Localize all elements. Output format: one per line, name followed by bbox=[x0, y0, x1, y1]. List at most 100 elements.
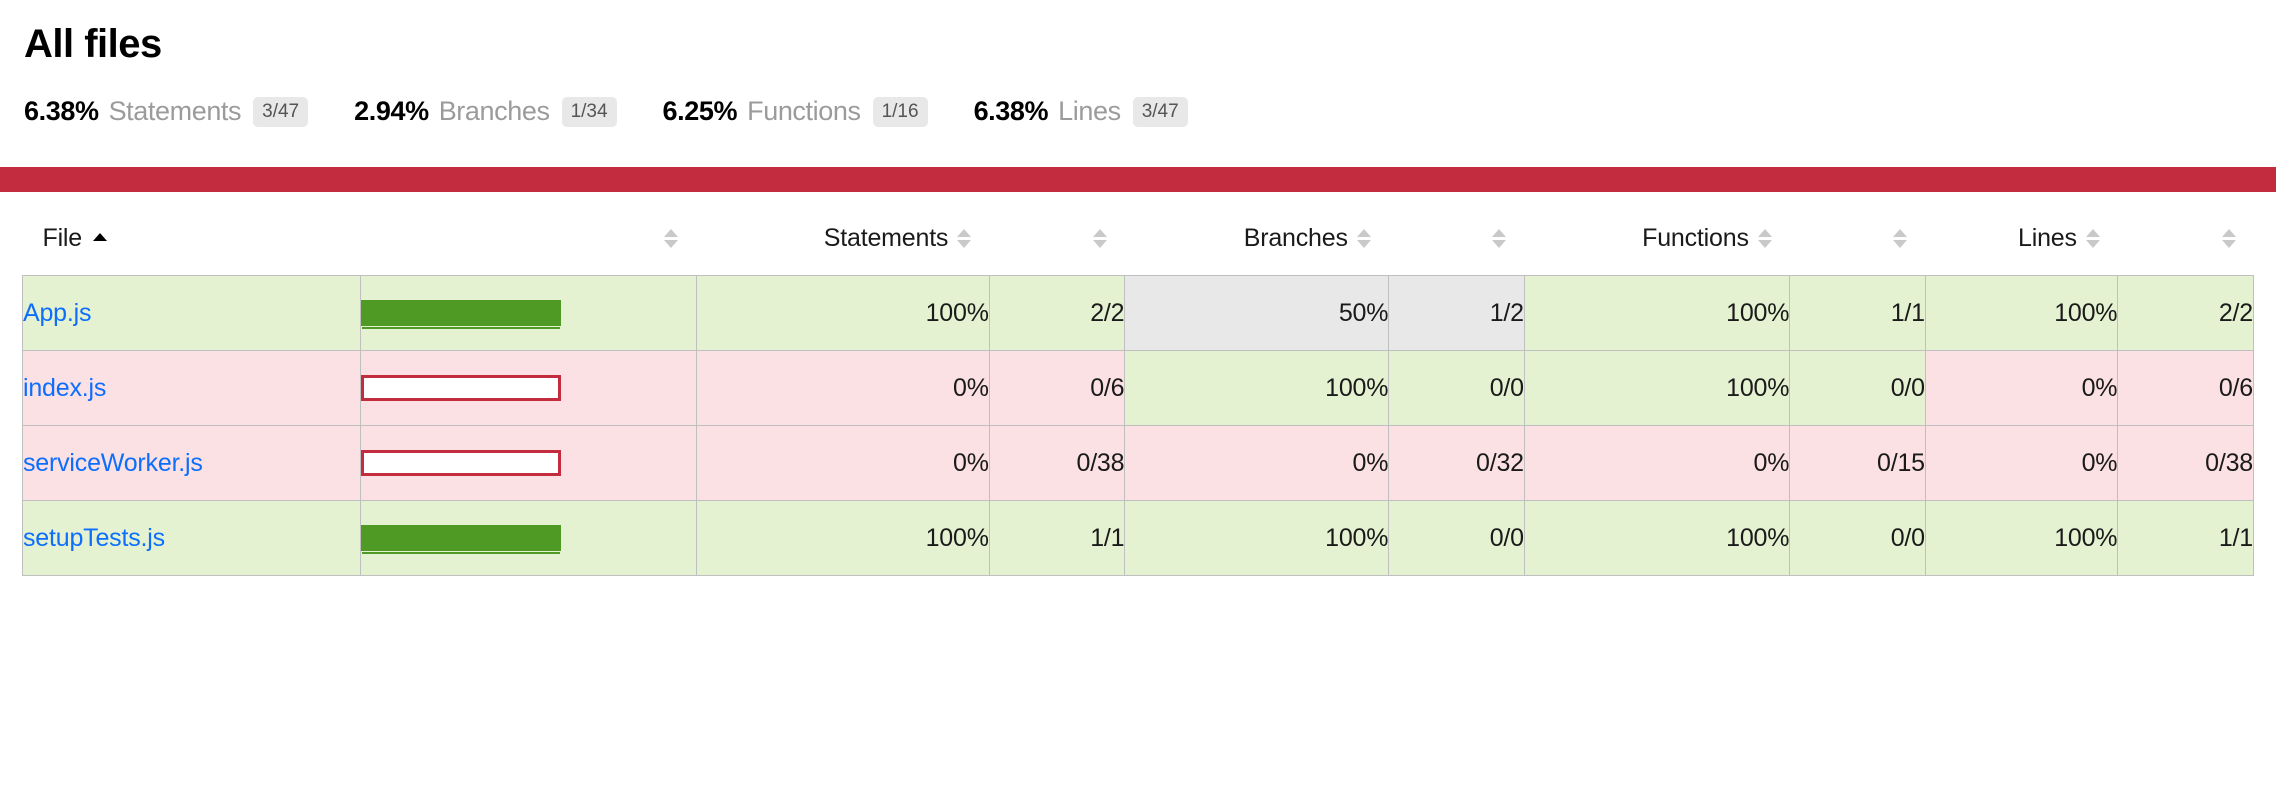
column-header-lines[interactable]: Lines bbox=[1925, 201, 2118, 276]
cell-lines-percent: 100% bbox=[1924, 275, 2119, 351]
summary-percent: 6.38% bbox=[24, 96, 99, 126]
summary-item-statements: 6.38% Statements 3/47 bbox=[24, 96, 309, 130]
column-header-functions-raw[interactable] bbox=[1789, 201, 1926, 276]
cell-functions-raw: 1/1 bbox=[1789, 275, 1926, 351]
report-header: All files 6.38% Statements 3/47 2.94% Br… bbox=[0, 0, 2276, 133]
cell-lines-percent: 100% bbox=[1924, 500, 2119, 576]
sort-toggle-icon[interactable] bbox=[1092, 228, 1107, 248]
file-link[interactable]: index.js bbox=[23, 374, 106, 402]
sort-toggle-icon[interactable] bbox=[2221, 228, 2236, 248]
column-header-statements-raw[interactable] bbox=[989, 201, 1125, 276]
summary-fraction: 1/16 bbox=[872, 97, 928, 127]
column-header-label: Branches bbox=[1243, 223, 1348, 252]
summary-percent: 2.94% bbox=[354, 96, 429, 126]
file-link[interactable]: serviceWorker.js bbox=[23, 449, 203, 477]
column-header-lines-raw[interactable] bbox=[2117, 201, 2254, 276]
table-row: setupTests.js 100% 1/1 100% 0/0 100% 0/0 100% 1/… bbox=[21, 500, 2254, 576]
summary-item-functions: 6.25% Functions 1/16 bbox=[663, 96, 928, 130]
cell-functions-raw: 0/15 bbox=[1789, 425, 1926, 501]
cell-statements-raw: 2/2 bbox=[988, 275, 1126, 351]
sort-toggle-icon[interactable] bbox=[1893, 228, 1908, 248]
cell-lines-raw: 2/2 bbox=[2117, 275, 2254, 351]
column-header-file[interactable]: File bbox=[22, 201, 361, 276]
cell-functions-percent: 100% bbox=[1523, 500, 1791, 576]
summary-fraction: 3/47 bbox=[253, 97, 309, 127]
column-header-branches-raw[interactable] bbox=[1388, 201, 1525, 276]
cell-coverage-bar bbox=[360, 275, 697, 351]
cell-statements-raw: 0/6 bbox=[988, 350, 1126, 426]
cell-functions-raw: 0/0 bbox=[1789, 500, 1926, 576]
summary-label: Functions bbox=[747, 96, 861, 126]
cell-branches-percent: 0% bbox=[1124, 425, 1390, 501]
cell-lines-raw: 1/1 bbox=[2117, 500, 2254, 576]
sort-toggle-icon[interactable] bbox=[957, 228, 972, 248]
cell-coverage-bar bbox=[360, 350, 697, 426]
column-header-label: Statements bbox=[823, 223, 949, 252]
sort-toggle-icon[interactable] bbox=[1356, 228, 1371, 248]
sort-ascending-icon[interactable] bbox=[92, 232, 107, 244]
coverage-report-page: All files 6.38% Statements 3/47 2.94% Br… bbox=[0, 0, 2276, 800]
cell-branches-percent: 100% bbox=[1124, 350, 1390, 426]
table-body: App.js 100% 2/2 50% 1/2 100% 1/1 100% 2/2 index.j… bbox=[21, 275, 2254, 576]
summary-label: Lines bbox=[1058, 96, 1121, 126]
file-link[interactable]: setupTests.js bbox=[23, 524, 165, 552]
cell-branches-percent: 50% bbox=[1124, 275, 1390, 351]
file-link[interactable]: App.js bbox=[23, 299, 91, 327]
cell-functions-raw: 0/0 bbox=[1789, 350, 1926, 426]
cell-branches-raw: 1/2 bbox=[1388, 275, 1525, 351]
column-header-label: Lines bbox=[2018, 223, 2077, 252]
coverage-status-bar bbox=[0, 167, 2276, 192]
cell-functions-percent: 100% bbox=[1523, 275, 1791, 351]
cell-file: index.js bbox=[21, 350, 362, 426]
summary-percent: 6.25% bbox=[662, 96, 738, 126]
sort-toggle-icon[interactable] bbox=[1757, 228, 1772, 248]
column-header-statements[interactable]: Statements bbox=[696, 201, 990, 276]
cell-file: setupTests.js bbox=[21, 500, 362, 576]
cell-lines-percent: 0% bbox=[1924, 350, 2119, 426]
column-header-functions[interactable]: Functions bbox=[1524, 201, 1790, 276]
cell-statements-raw: 0/38 bbox=[988, 425, 1126, 501]
cell-branches-raw: 0/0 bbox=[1388, 350, 1525, 426]
table-row: serviceWorker.js 0% 0/38 0% 0/32 0% 0/15 0% 0/38 bbox=[21, 425, 2254, 501]
cell-coverage-bar bbox=[360, 500, 697, 576]
column-header-label: Functions bbox=[1642, 223, 1749, 252]
sort-toggle-icon[interactable] bbox=[1492, 228, 1507, 248]
cell-lines-raw: 0/6 bbox=[2117, 350, 2254, 426]
column-header-pic[interactable] bbox=[360, 201, 697, 276]
coverage-bar bbox=[361, 450, 562, 476]
page-title: All files bbox=[24, 22, 162, 66]
coverage-table-wrapper: File Statements Branches Functions Lines… bbox=[0, 201, 2276, 576]
cell-functions-percent: 100% bbox=[1523, 350, 1791, 426]
cell-branches-percent: 100% bbox=[1124, 500, 1390, 576]
cell-file: App.js bbox=[21, 275, 362, 351]
summary-item-branches: 2.94% Branches 1/34 bbox=[354, 96, 617, 130]
cell-branches-raw: 0/0 bbox=[1388, 500, 1525, 576]
summary-label: Branches bbox=[438, 96, 550, 126]
table-row: App.js 100% 2/2 50% 1/2 100% 1/1 100% 2/2 bbox=[21, 275, 2254, 351]
summary-fraction: 3/47 bbox=[1132, 97, 1188, 127]
coverage-table: File Statements Branches Functions Lines… bbox=[21, 201, 2254, 576]
cell-statements-percent: 0% bbox=[695, 350, 990, 426]
column-header-branches[interactable]: Branches bbox=[1124, 201, 1389, 276]
table-header: File Statements Branches Functions Lines bbox=[22, 201, 2254, 276]
cell-branches-raw: 0/32 bbox=[1388, 425, 1525, 501]
cell-lines-raw: 0/38 bbox=[2117, 425, 2254, 501]
cell-statements-raw: 1/1 bbox=[988, 500, 1126, 576]
table-header-row: File Statements Branches Functions Lines bbox=[22, 201, 2254, 276]
coverage-bar bbox=[361, 375, 562, 401]
cell-statements-percent: 100% bbox=[695, 275, 990, 351]
summary-item-lines: 6.38% Lines 3/47 bbox=[974, 96, 1188, 130]
column-header-label: File bbox=[42, 223, 83, 252]
cell-statements-percent: 0% bbox=[695, 425, 990, 501]
cell-coverage-bar bbox=[360, 425, 697, 501]
summary-percent: 6.38% bbox=[973, 96, 1049, 126]
cell-functions-percent: 0% bbox=[1523, 425, 1791, 501]
sort-toggle-icon[interactable] bbox=[2085, 228, 2100, 248]
cell-lines-percent: 0% bbox=[1924, 425, 2119, 501]
cell-statements-percent: 100% bbox=[695, 500, 990, 576]
coverage-bar bbox=[361, 525, 562, 554]
sort-toggle-icon[interactable] bbox=[664, 228, 679, 248]
summary-label: Statements bbox=[108, 96, 242, 126]
cell-file: serviceWorker.js bbox=[21, 425, 362, 501]
summary-fraction: 1/34 bbox=[561, 97, 617, 127]
